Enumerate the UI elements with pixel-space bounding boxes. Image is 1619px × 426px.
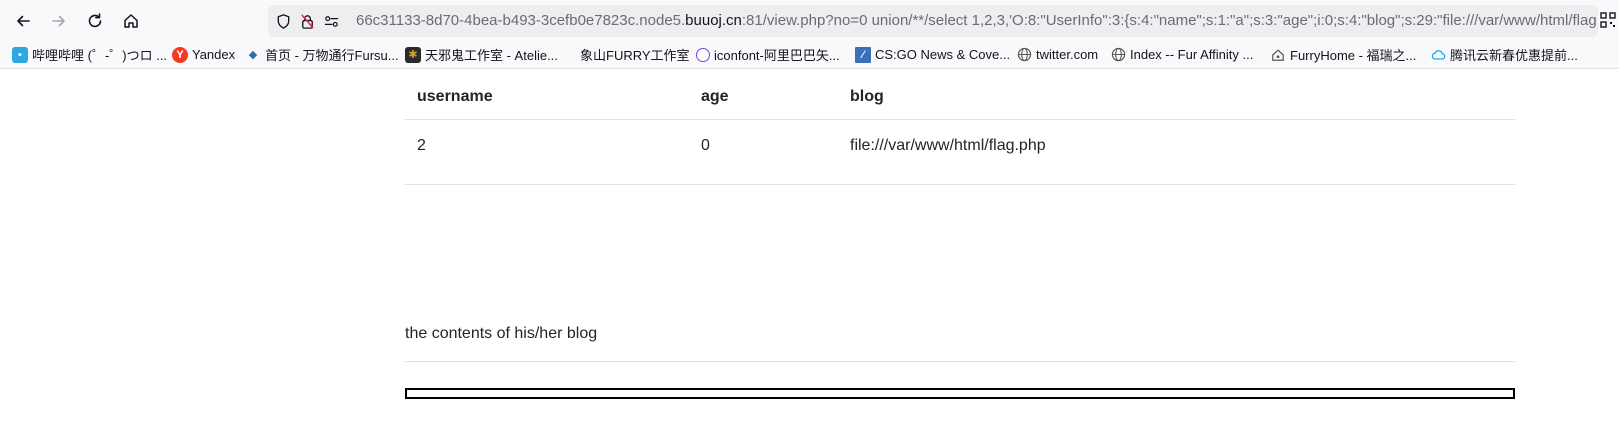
blank-icon bbox=[560, 47, 576, 63]
table-row-divider bbox=[405, 184, 1515, 185]
bookmark-label: iconfont-阿里巴巴矢... bbox=[714, 48, 840, 63]
bookmark-fursuit[interactable]: ◆ 首页 - 万物通行Fursu... bbox=[245, 41, 399, 68]
bookmark-label: 象山FURRY工作室 bbox=[580, 48, 690, 63]
bookmarks-bar: ▪ 哔哩哔哩 (゜-゜)つロ ... Y Yandex ◆ 首页 - 万物通行F… bbox=[0, 41, 1619, 69]
bookmark-furaffinity[interactable]: Index -- Fur Affinity ... bbox=[1110, 41, 1253, 68]
bookmark-iconfont[interactable]: iconfont-阿里巴巴矢... bbox=[696, 41, 840, 68]
blog-content-iframe[interactable] bbox=[405, 388, 1515, 399]
forward-arrow-icon bbox=[52, 15, 65, 27]
bookmark-label: 天邪鬼工作室 - Atelie... bbox=[425, 48, 558, 63]
bookmark-label: twitter.com bbox=[1036, 47, 1099, 62]
bookmark-xiangshan[interactable]: 象山FURRY工作室 bbox=[560, 41, 690, 68]
url-domain: buuoj.cn bbox=[685, 12, 742, 29]
iconfont-icon bbox=[696, 47, 710, 62]
bookmark-label: Index -- Fur Affinity ... bbox=[1130, 47, 1254, 62]
fish-icon: ◆ bbox=[248, 49, 258, 61]
home-icon bbox=[1270, 47, 1286, 63]
home-icon bbox=[124, 14, 138, 28]
bookmark-label: 腾讯云新春优惠提前... bbox=[1450, 48, 1578, 63]
column-header-username: username bbox=[417, 88, 493, 105]
column-header-age: age bbox=[701, 88, 729, 105]
forward-button[interactable] bbox=[44, 6, 74, 36]
reload-button[interactable] bbox=[80, 6, 110, 36]
table-header-divider bbox=[405, 119, 1515, 120]
reload-icon bbox=[88, 13, 102, 28]
bookmark-label: Yandex bbox=[192, 47, 236, 62]
qr-code-icon[interactable] bbox=[1600, 12, 1616, 28]
blog-contents-label: the contents of his/her blog bbox=[405, 325, 598, 342]
yandex-icon: Y bbox=[172, 46, 188, 63]
bookmark-label: FurryHome - 福瑞之... bbox=[1290, 48, 1417, 63]
column-header-blog: blog bbox=[850, 88, 884, 105]
bookmark-yandex[interactable]: Y Yandex bbox=[172, 41, 235, 68]
back-arrow-icon bbox=[17, 15, 30, 27]
blog-divider bbox=[405, 361, 1515, 362]
cell-age: 0 bbox=[701, 137, 710, 154]
cell-blog: file:///var/www/html/flag.php bbox=[850, 137, 1046, 154]
url-prefix: 66c31133-8d70-4bea-b493-3cefb0e7823c.nod… bbox=[356, 12, 686, 29]
bookmark-tencent-cloud[interactable]: 腾讯云新春优惠提前... bbox=[1430, 41, 1578, 68]
bookmark-csgo[interactable]: ⁄ CS:GO News & Cove... bbox=[855, 41, 1010, 68]
back-button[interactable] bbox=[8, 6, 38, 36]
globe-icon bbox=[1110, 47, 1126, 63]
shield-icon[interactable] bbox=[274, 12, 292, 30]
globe-icon bbox=[1016, 47, 1032, 63]
csgo-icon: ⁄ bbox=[855, 46, 871, 63]
cell-username: 2 bbox=[417, 137, 426, 154]
address-bar[interactable]: 66c31133-8d70-4bea-b493-3cefb0e7823c.nod… bbox=[268, 5, 1598, 37]
browser-toolbar: 66c31133-8d70-4bea-b493-3cefb0e7823c.nod… bbox=[0, 0, 1619, 41]
bookmark-label: 哔哩哔哩 (゜-゜)つロ ... bbox=[32, 48, 168, 63]
permissions-icon[interactable] bbox=[322, 12, 340, 30]
bookmark-label: 首页 - 万物通行Fursu... bbox=[265, 48, 399, 63]
paw-icon: ✱ bbox=[405, 46, 421, 63]
bookmark-twitter[interactable]: twitter.com bbox=[1016, 41, 1098, 68]
bookmark-furryhome[interactable]: FurryHome - 福瑞之... bbox=[1270, 41, 1416, 68]
bookmark-atelier[interactable]: ✱ 天邪鬼工作室 - Atelie... bbox=[405, 41, 558, 68]
home-button[interactable] bbox=[116, 6, 146, 36]
insecure-lock-icon[interactable] bbox=[298, 12, 316, 30]
url-suffix: :81/view.php?no=0 union/**/select 1,2,3,… bbox=[741, 12, 1597, 29]
bookmark-label: CS:GO News & Cove... bbox=[875, 47, 1011, 62]
bilibili-icon: ▪ bbox=[12, 46, 28, 63]
bookmark-bilibili[interactable]: ▪ 哔哩哔哩 (゜-゜)つロ ... bbox=[12, 41, 167, 68]
url-text[interactable]: 66c31133-8d70-4bea-b493-3cefb0e7823c.nod… bbox=[356, 5, 1597, 37]
cloud-icon bbox=[1430, 47, 1446, 63]
